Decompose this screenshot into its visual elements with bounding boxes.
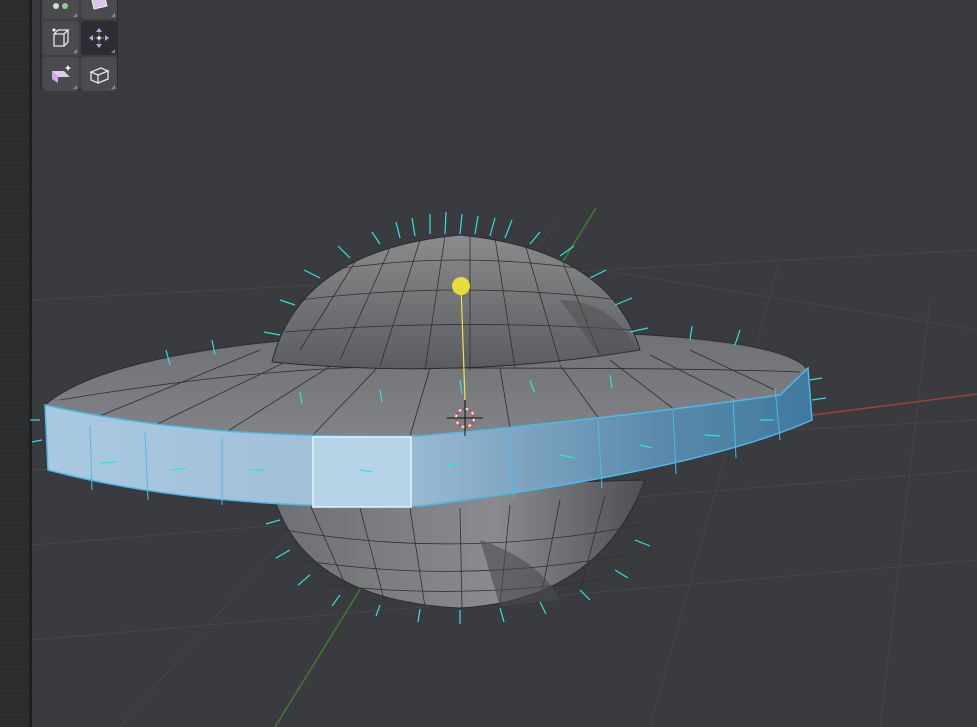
active-face bbox=[312, 436, 412, 508]
move-icon bbox=[89, 28, 109, 48]
tool-palette bbox=[40, 0, 118, 91]
bevel-tool[interactable] bbox=[43, 57, 79, 91]
upper-dome bbox=[271, 234, 641, 371]
x-axis-line bbox=[789, 393, 977, 419]
viewport-scene[interactable] bbox=[0, 0, 977, 727]
extrude-tool[interactable] bbox=[43, 21, 79, 55]
inset-tool[interactable] bbox=[81, 0, 117, 19]
inset-icon bbox=[91, 0, 108, 10]
select-box-tool[interactable] bbox=[43, 0, 79, 19]
loop-cut-icon bbox=[89, 67, 110, 84]
select-box-icon bbox=[53, 3, 68, 9]
loop-cut-tool[interactable] bbox=[81, 57, 117, 91]
extrude-icon bbox=[52, 28, 70, 47]
bevel-icon bbox=[52, 65, 71, 83]
move-tool[interactable] bbox=[81, 21, 117, 55]
